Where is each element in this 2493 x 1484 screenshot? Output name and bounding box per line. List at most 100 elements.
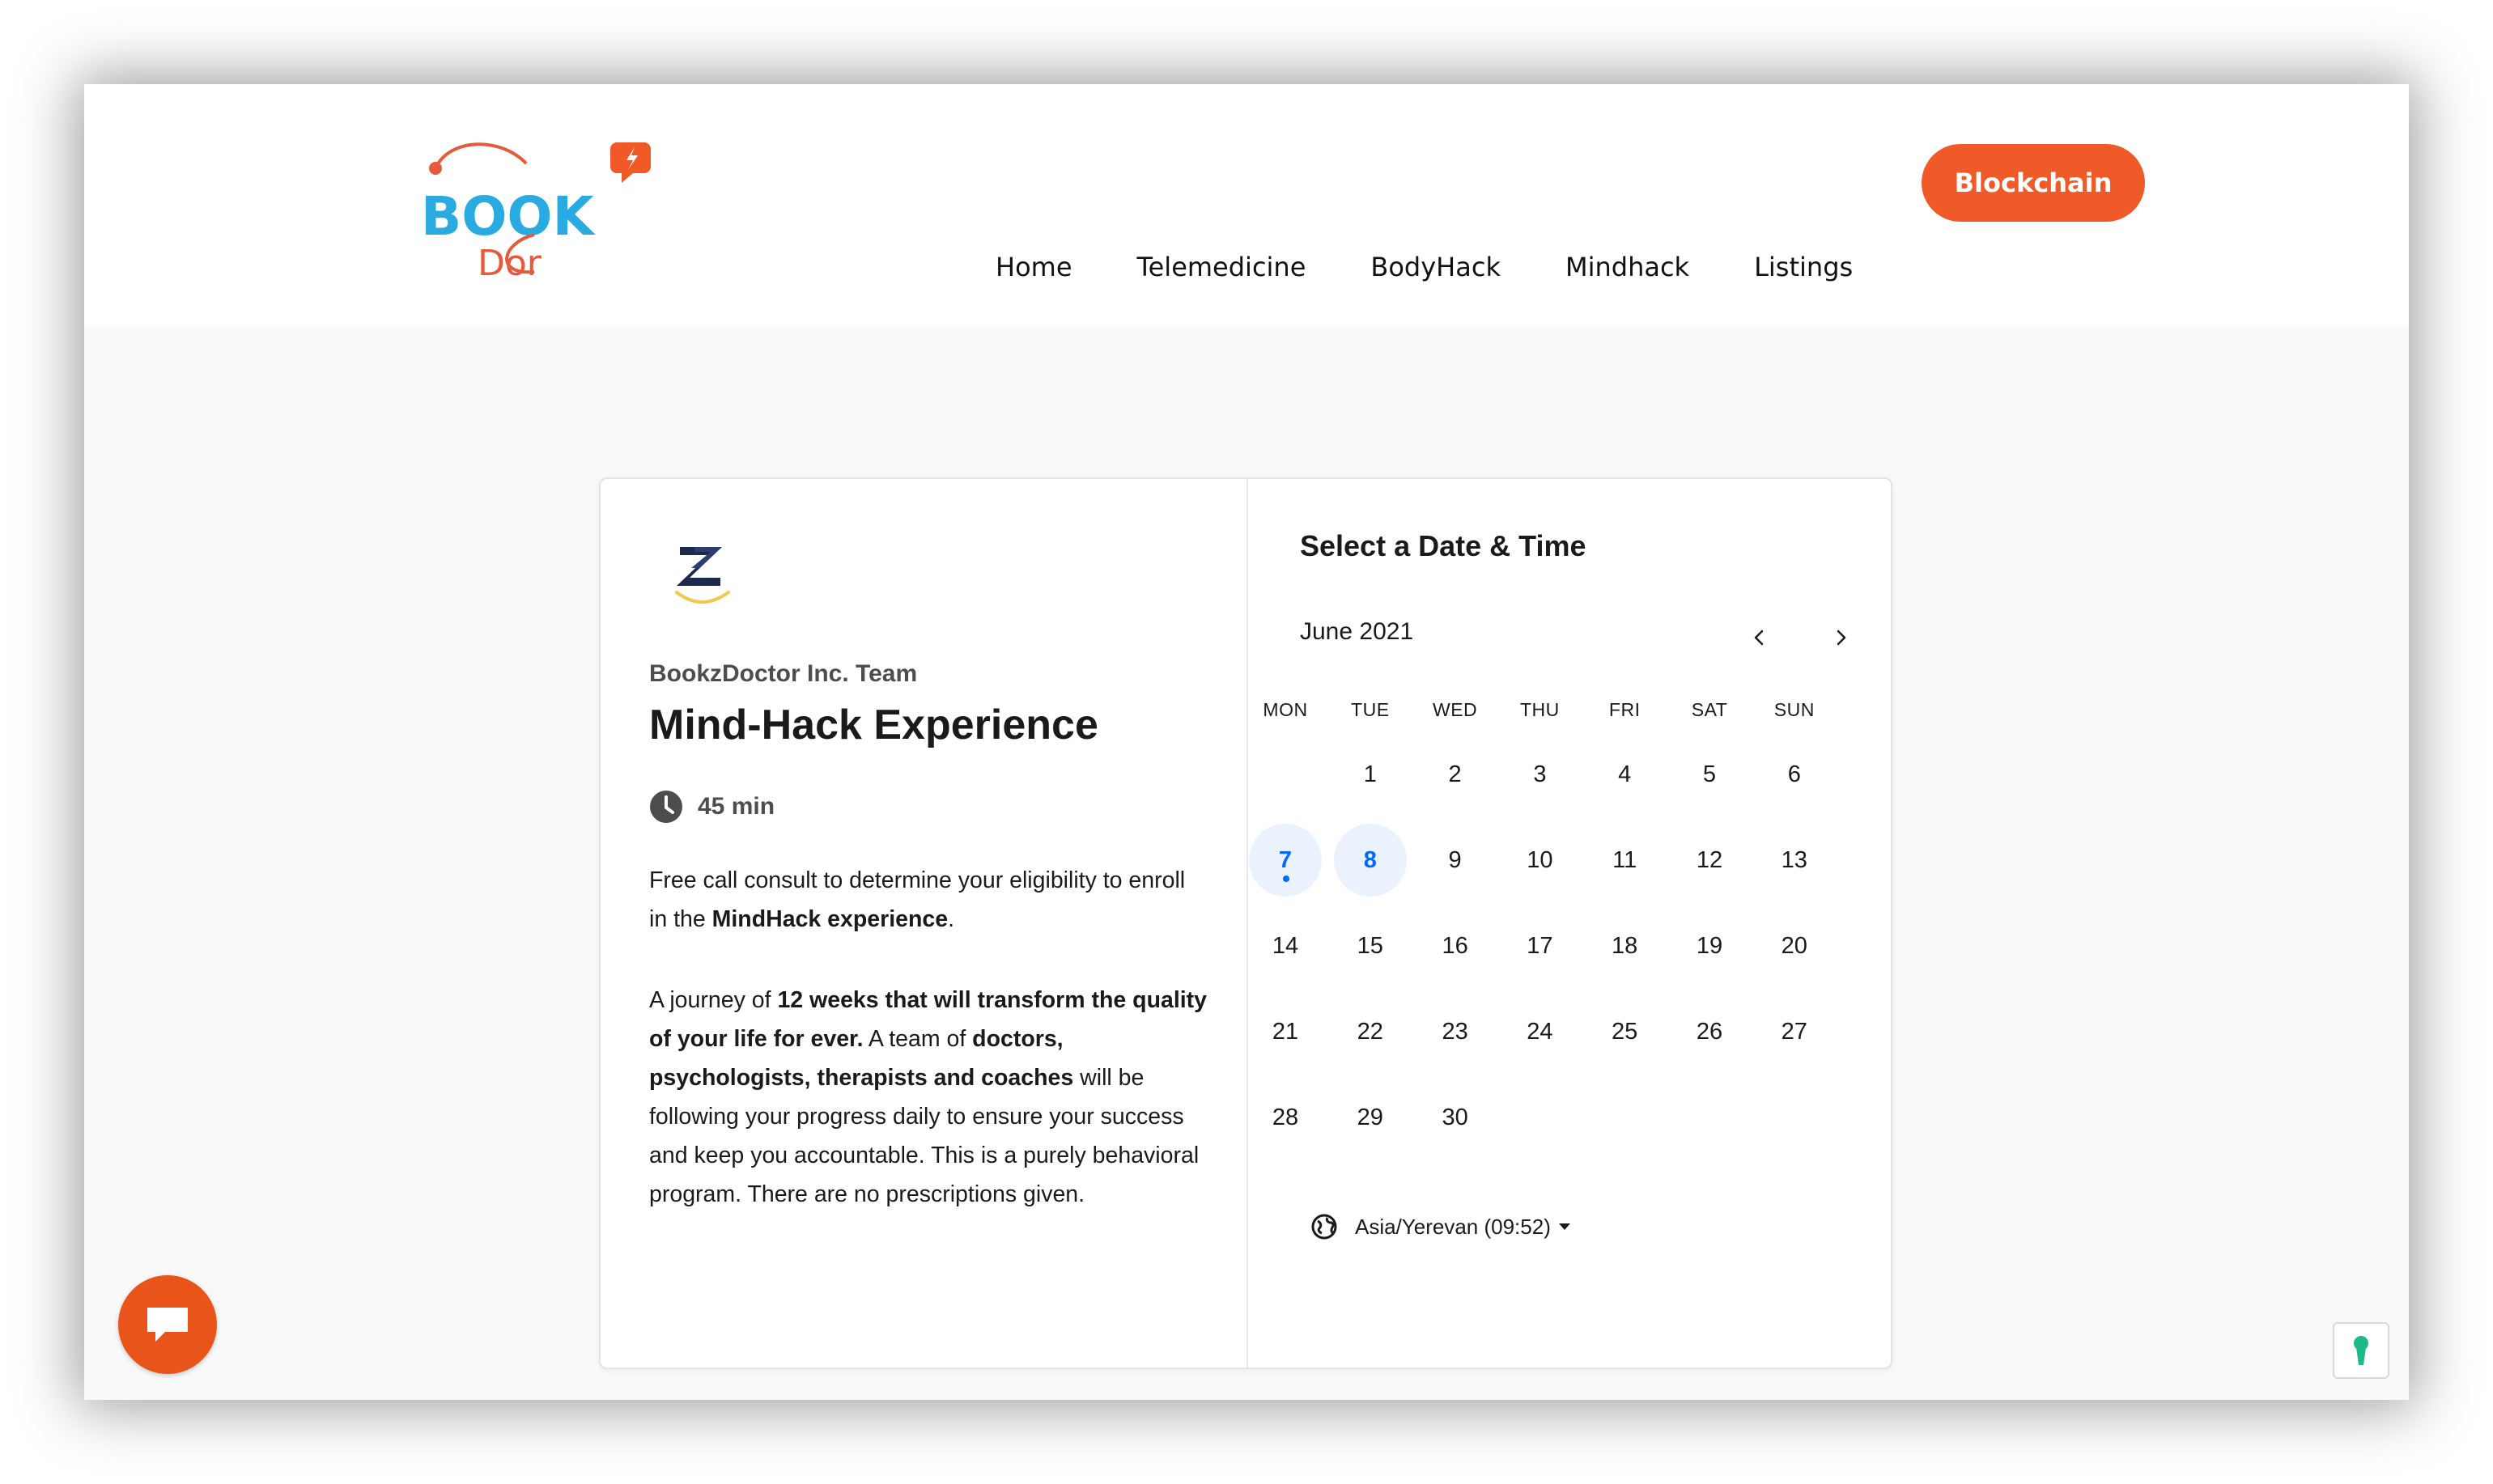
weekday-label: TUE (1351, 699, 1390, 720)
main-nav: Home Telemedicine BodyHack Mindhack List… (987, 228, 1918, 306)
calendar-day: 1 (1334, 738, 1407, 811)
nav-mindhack[interactable]: Mindhack (1565, 252, 1689, 282)
calendar-day-number: 11 (1612, 846, 1637, 873)
calendar-day: 10 (1503, 824, 1576, 897)
calendar-day-number: 23 (1442, 1018, 1468, 1045)
month-label: June 2021 (1300, 618, 1414, 645)
prev-month-button[interactable] (1735, 613, 1784, 662)
today-indicator (1283, 876, 1289, 882)
calendar-day-number: 15 (1357, 932, 1383, 959)
organizer-name: BookzDoctor Inc. Team (649, 660, 918, 687)
calendar-day: 13 (1758, 824, 1831, 897)
chat-icon (147, 1308, 188, 1342)
browser-viewport: BOOK Dor Home Telemedicine BodyHack Mind… (84, 84, 2409, 1400)
blockchain-button[interactable]: Blockchain (1922, 144, 2145, 222)
date-picker-pane: Select a Date & Time June 2021 MON TUE WED… (1248, 479, 1892, 1367)
chat-button[interactable] (118, 1275, 217, 1374)
calendar-day-number: 12 (1696, 846, 1723, 873)
calendar-day: 12 (1673, 824, 1746, 897)
event-description: Free call consult to determine your elig… (649, 861, 1208, 1256)
calendar-day: 28 (1249, 1081, 1322, 1154)
calendar-day-number: 13 (1781, 846, 1807, 873)
calendar-day: 25 (1588, 995, 1661, 1068)
nav-telemedicine[interactable]: Telemedicine (1137, 252, 1306, 282)
calendar-day-number: 6 (1787, 761, 1801, 787)
nav-home[interactable]: Home (996, 252, 1072, 282)
calendar-day: 29 (1334, 1081, 1407, 1154)
timezone-label: Asia/Yerevan (09:52) (1355, 1214, 1551, 1239)
weekday-label: SUN (1773, 699, 1815, 720)
site-header: BOOK Dor Home Telemedicine BodyHack Mind… (84, 84, 2409, 327)
weekday-label: FRI (1608, 699, 1641, 720)
chevron-right-icon (1837, 630, 1846, 646)
description-paragraph-1: Free call consult to determine your elig… (649, 867, 1186, 932)
privacy-settings-button[interactable] (2333, 1322, 2389, 1379)
description-paragraph-2: A journey of 12 weeks that will transfor… (649, 987, 1207, 1207)
calendar-day-number: 28 (1272, 1104, 1299, 1130)
event-details-pane: BookzDoctor Inc. Team Mind-Hack Experien… (601, 479, 1246, 1367)
calendar-day: 21 (1249, 995, 1322, 1068)
calendar-day: 17 (1503, 909, 1576, 982)
event-title: Mind-Hack Experience (649, 702, 1098, 748)
calendar-day-number: 9 (1448, 846, 1462, 873)
calendar-day-number: 8 (1363, 846, 1377, 873)
calendar-day-number: 25 (1612, 1018, 1638, 1045)
calendar-day-number: 17 (1527, 932, 1553, 959)
calendar-day-number: 30 (1442, 1104, 1468, 1130)
calendar-day: 4 (1588, 738, 1661, 811)
calendar-day: 14 (1249, 909, 1322, 982)
globe-icon (1311, 1214, 1337, 1240)
calendar-day[interactable]: 8 (1333, 824, 1407, 897)
calendar-day: 20 (1758, 909, 1831, 982)
calendar-day: 26 (1673, 995, 1746, 1068)
company-logo-icon (665, 537, 738, 610)
calendar-day-number: 4 (1618, 761, 1632, 787)
calendar-day-number: 29 (1357, 1104, 1383, 1130)
weekday-label: SAT (1691, 699, 1728, 720)
booking-card: BookzDoctor Inc. Team Mind-Hack Experien… (599, 477, 1892, 1369)
calendar-day-number: 5 (1702, 761, 1717, 787)
clock-icon (649, 790, 683, 824)
calendar-day: 24 (1503, 995, 1576, 1068)
calendar-day-number: 16 (1442, 932, 1468, 959)
nav-bodyhack[interactable]: BodyHack (1370, 252, 1501, 282)
calendar-day-number: 19 (1696, 932, 1723, 959)
calendar-day: 16 (1419, 909, 1492, 982)
calendar-day: 6 (1758, 738, 1831, 811)
calendar-day: 18 (1588, 909, 1661, 982)
bookzdoctor-logo[interactable]: BOOK Dor (405, 113, 672, 291)
calendar-day: 5 (1673, 738, 1746, 811)
calendar-day-number: 24 (1527, 1018, 1553, 1045)
calendar-day-number: 21 (1272, 1018, 1299, 1045)
logo-text-book: BOOK (421, 185, 597, 248)
calendar-day-number: 7 (1278, 846, 1293, 873)
timezone-selector[interactable]: Asia/Yerevan (09:52) (1311, 1214, 1570, 1240)
keyhole-icon (2354, 1336, 2368, 1365)
select-date-title: Select a Date & Time (1300, 529, 1586, 562)
calendar-day: 22 (1334, 995, 1407, 1068)
next-month-button[interactable] (1816, 613, 1865, 662)
calendar-day: 23 (1419, 995, 1492, 1068)
calendar-day-number: 3 (1533, 761, 1547, 787)
calendar-day: 15 (1334, 909, 1407, 982)
duration-label: 45 min (698, 793, 775, 820)
weekday-label: WED (1433, 699, 1478, 720)
calendar-day-number: 27 (1781, 1018, 1807, 1045)
calendar-day[interactable]: 7 (1249, 824, 1322, 897)
calendar-day-number: 18 (1612, 932, 1638, 959)
weekday-label: THU (1520, 699, 1560, 720)
calendar-day: 19 (1673, 909, 1746, 982)
event-duration: 45 min (649, 790, 775, 824)
calendar-day: 27 (1758, 995, 1831, 1068)
calendar-day: 3 (1503, 738, 1576, 811)
chevron-left-icon (1754, 630, 1764, 646)
nav-listings[interactable]: Listings (1754, 252, 1853, 282)
calendar-day: 9 (1419, 824, 1492, 897)
calendar-day-number: 26 (1696, 1018, 1723, 1045)
calendar-day: 11 (1588, 824, 1661, 897)
calendar-day-number: 22 (1357, 1018, 1383, 1045)
calendar-day: 2 (1419, 738, 1492, 811)
calendar-day-number: 20 (1781, 932, 1807, 959)
calendar-day-number: 14 (1272, 932, 1299, 959)
logo-text-dor: Dor (478, 243, 542, 284)
